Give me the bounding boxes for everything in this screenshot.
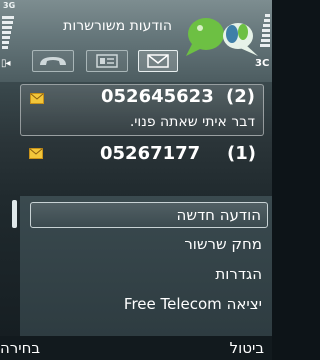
thread-sender-number: 05267177 xyxy=(100,143,201,164)
thread-item-05267177[interactable]: 05267177 (1) xyxy=(20,140,264,170)
tab-calls[interactable] xyxy=(32,50,74,72)
menu-item-label: הודעה חדשה xyxy=(176,206,261,224)
menu-item-exit[interactable]: Free Telecom יציאה xyxy=(30,292,268,318)
menu-item-delete-thread[interactable]: מחק שרשור xyxy=(30,232,268,258)
menu-item-label: הגדרות xyxy=(215,265,262,283)
thread-sender-number: 052645623 xyxy=(101,86,214,107)
thread-preview-text: דבר איתי שאתה פנוי. xyxy=(129,114,255,130)
envelope-icon xyxy=(147,54,169,68)
view-tabs xyxy=(18,50,178,72)
tab-documents[interactable] xyxy=(86,50,128,72)
menu-item-settings[interactable]: הגדרות xyxy=(30,262,268,288)
menu-item-label: מחק שרשור xyxy=(184,235,262,253)
menu-item-label: Free Telecom יציאה xyxy=(123,295,262,313)
softkey-bar: בחירה ביטול xyxy=(0,336,272,360)
thread-item-052645623[interactable]: 052645623 (2) דבר איתי שאתה פנוי. xyxy=(20,84,264,136)
menu-item-new-message[interactable]: הודעה חדשה xyxy=(30,202,268,228)
options-menu: הודעה חדשה מחק שרשור הגדרות Free Telecom… xyxy=(20,196,272,336)
thread-message-count: (1) xyxy=(227,143,256,164)
network-indicator: 3G xyxy=(3,1,16,10)
phone-handset-icon xyxy=(40,57,66,65)
app-title: הודעות משורשרות xyxy=(63,18,172,34)
document-icon xyxy=(96,54,118,68)
envelope-icon xyxy=(29,148,43,159)
tab-messages[interactable] xyxy=(138,50,178,72)
phone-screen: 3G הודעות משורשרות ▯◂ 3C 052645623 (2) ד… xyxy=(0,0,272,360)
softkey-select[interactable]: בחירה xyxy=(0,339,40,357)
message-thread-list: 052645623 (2) דבר איתי שאתה פנוי. 052671… xyxy=(0,82,272,192)
thread-message-count: (2) xyxy=(226,86,255,107)
softkey-cancel[interactable]: ביטול xyxy=(230,339,264,357)
tab-pager-left-icon[interactable]: ▯◂ xyxy=(1,58,10,69)
app-header: 3G הודעות משורשרות ▯◂ 3C xyxy=(0,0,272,82)
green-chat-bubbles-logo-icon xyxy=(186,18,258,56)
menu-scrollbar[interactable] xyxy=(12,200,17,228)
envelope-icon xyxy=(30,93,44,104)
tab-pager-right[interactable]: 3C xyxy=(255,58,269,69)
